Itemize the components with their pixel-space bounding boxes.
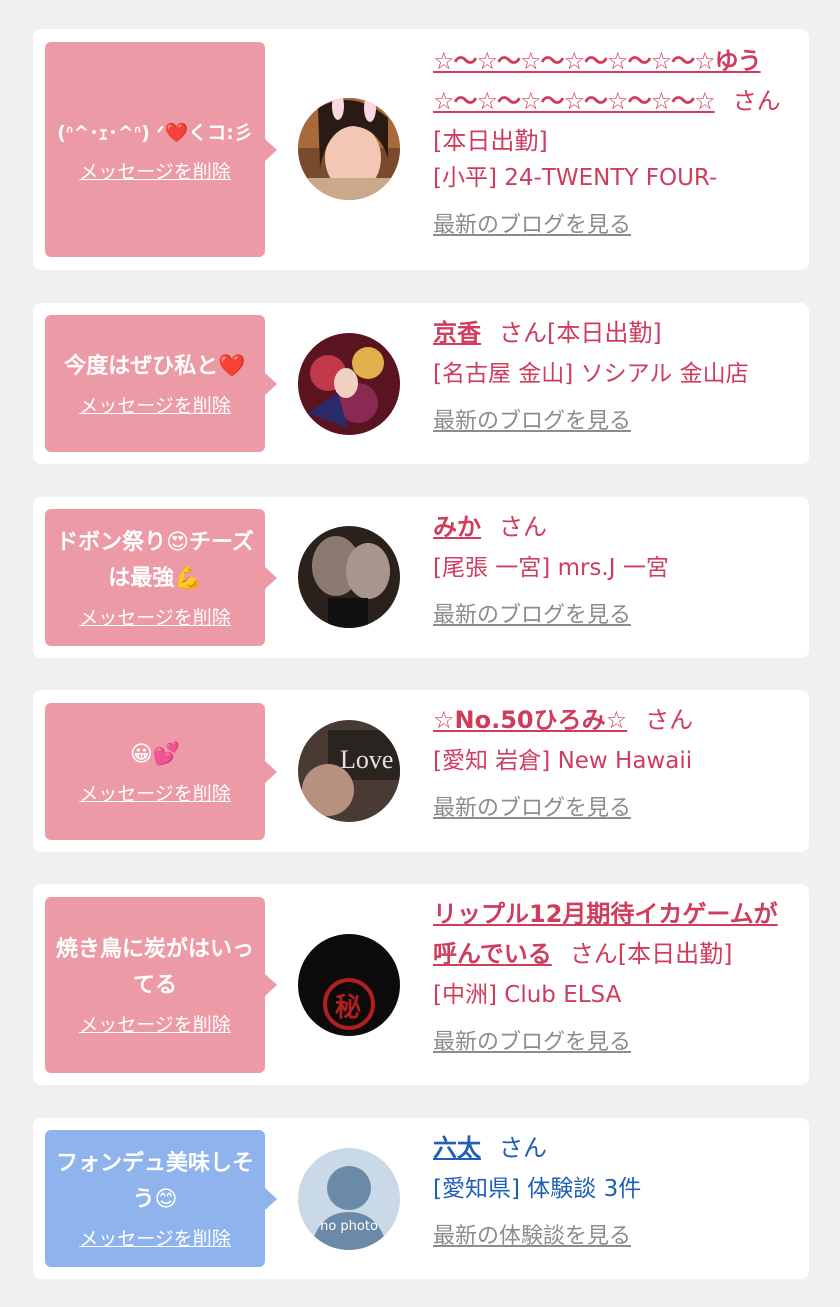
- shop-name: [愛知 岩倉] New Hawaii: [433, 748, 693, 774]
- girl-name-link[interactable]: みか: [433, 513, 481, 541]
- avatar[interactable]: [298, 333, 400, 435]
- girl-info: みか さん [尾張 一宮] mrs.J 一宮 最新のブログを見る: [433, 507, 799, 631]
- avatar[interactable]: [298, 526, 400, 628]
- latest-blog-link[interactable]: 最新のブログを見る: [433, 794, 631, 824]
- delete-message-link[interactable]: メッセージを削除: [79, 1012, 231, 1038]
- no-photo-label: no photo: [320, 1219, 378, 1234]
- review-info: [愛知県] 体験談 3件: [433, 1176, 642, 1202]
- list-item: 焼き鳥に炭がはいってる メッセージを削除 秘 リップル12月期待イカゲームが呼ん…: [33, 884, 809, 1085]
- name-suffix: さん: [499, 1134, 547, 1162]
- svg-text:秘: 秘: [335, 992, 361, 1023]
- message-bubble: フォンデュ美味しそう😊 メッセージを削除: [45, 1130, 277, 1267]
- delete-message-link[interactable]: メッセージを削除: [79, 781, 231, 807]
- list-item: 😀💕 メッセージを削除 Love ☆No.50ひろみ☆ さん [愛知 岩倉] Ne…: [33, 690, 809, 852]
- avatar[interactable]: Love: [298, 720, 400, 822]
- latest-blog-link[interactable]: 最新のブログを見る: [433, 211, 631, 241]
- latest-review-link[interactable]: 最新の体験談を見る: [433, 1222, 631, 1252]
- list-item: (ᐢ^･ｪ･^ᐢ) ᐟ❤️くコ:彡 メッセージを削除 ☆〜☆〜☆〜☆〜☆〜☆〜☆…: [33, 29, 809, 270]
- name-suffix: さん[本日出勤]: [569, 940, 733, 968]
- shop-name: [名古屋 金山] ソシアル 金山店: [433, 361, 749, 387]
- girl-name-link[interactable]: 京香: [433, 319, 481, 347]
- girl-info: ☆No.50ひろみ☆ さん [愛知 岩倉] New Hawaii 最新のブログを見…: [433, 700, 799, 824]
- message-text: ドボン祭り😍チーズは最強💪: [56, 529, 254, 591]
- message-text: 焼き鳥に炭がはいってる: [55, 937, 254, 998]
- list-item: ドボン祭り😍チーズは最強💪 メッセージを削除 みか さん [尾張 一宮] mrs.…: [33, 497, 809, 658]
- girl-name-link[interactable]: ☆〜☆〜☆〜☆〜☆〜☆〜☆ゆう☆〜☆〜☆〜☆〜☆〜☆〜☆: [433, 47, 762, 115]
- girl-name-link[interactable]: ☆No.50ひろみ☆: [433, 706, 627, 734]
- latest-blog-link[interactable]: 最新のブログを見る: [433, 1028, 631, 1058]
- user-info: 六太 さん [愛知県] 体験談 3件 最新の体験談を見る: [433, 1128, 799, 1252]
- list-item: フォンデュ美味しそう😊 メッセージを削除 no photo 六太 さん [愛知県]…: [33, 1118, 809, 1279]
- latest-blog-link[interactable]: 最新のブログを見る: [433, 601, 631, 631]
- name-suffix: さん[本日出勤]: [499, 319, 662, 347]
- message-text: (ᐢ^･ｪ･^ᐢ) ᐟ❤️くコ:彡: [57, 121, 253, 144]
- girl-info: 京香 さん[本日出勤] [名古屋 金山] ソシアル 金山店 最新のブログを見る: [433, 313, 799, 437]
- delete-message-link[interactable]: メッセージを削除: [79, 393, 231, 419]
- svg-text:Love: Love: [340, 745, 393, 774]
- delete-message-link[interactable]: メッセージを削除: [79, 605, 231, 631]
- message-bubble: 焼き鳥に炭がはいってる メッセージを削除: [45, 897, 277, 1073]
- user-name-link[interactable]: 六太: [433, 1134, 481, 1162]
- shop-name: [中洲] Club ELSA: [433, 982, 622, 1008]
- avatar[interactable]: 秘: [298, 934, 400, 1036]
- shop-name: [小平] 24-TWENTY FOUR-: [433, 165, 718, 191]
- list-item: 今度はぜひ私と❤️ メッセージを削除 京香 さん[本日出勤] [名古屋 金山] ソ…: [33, 303, 809, 464]
- avatar[interactable]: [298, 98, 400, 200]
- message-text: フォンデュ美味しそう😊: [55, 1150, 254, 1212]
- latest-blog-link[interactable]: 最新のブログを見る: [433, 407, 631, 437]
- message-text: 今度はぜひ私と❤️: [64, 353, 246, 379]
- message-text: 😀💕: [129, 741, 181, 767]
- delete-message-link[interactable]: メッセージを削除: [79, 1226, 231, 1252]
- name-suffix: さん: [645, 706, 694, 734]
- girl-info: ☆〜☆〜☆〜☆〜☆〜☆〜☆ゆう☆〜☆〜☆〜☆〜☆〜☆〜☆ さん[本日出勤] [小平…: [433, 41, 799, 241]
- name-suffix: さん: [499, 513, 547, 541]
- message-bubble: 今度はぜひ私と❤️ メッセージを削除: [45, 315, 277, 452]
- avatar[interactable]: no photo: [298, 1148, 400, 1250]
- message-bubble: (ᐢ^･ｪ･^ᐢ) ᐟ❤️くコ:彡 メッセージを削除: [45, 42, 277, 257]
- shop-name: [尾張 一宮] mrs.J 一宮: [433, 555, 669, 581]
- delete-message-link[interactable]: メッセージを削除: [79, 159, 231, 185]
- message-bubble: ドボン祭り😍チーズは最強💪 メッセージを削除: [45, 509, 277, 646]
- girl-info: リップル12月期待イカゲームが呼んでいる さん[本日出勤] [中洲] Club E…: [433, 894, 799, 1058]
- message-bubble: 😀💕 メッセージを削除: [45, 703, 277, 840]
